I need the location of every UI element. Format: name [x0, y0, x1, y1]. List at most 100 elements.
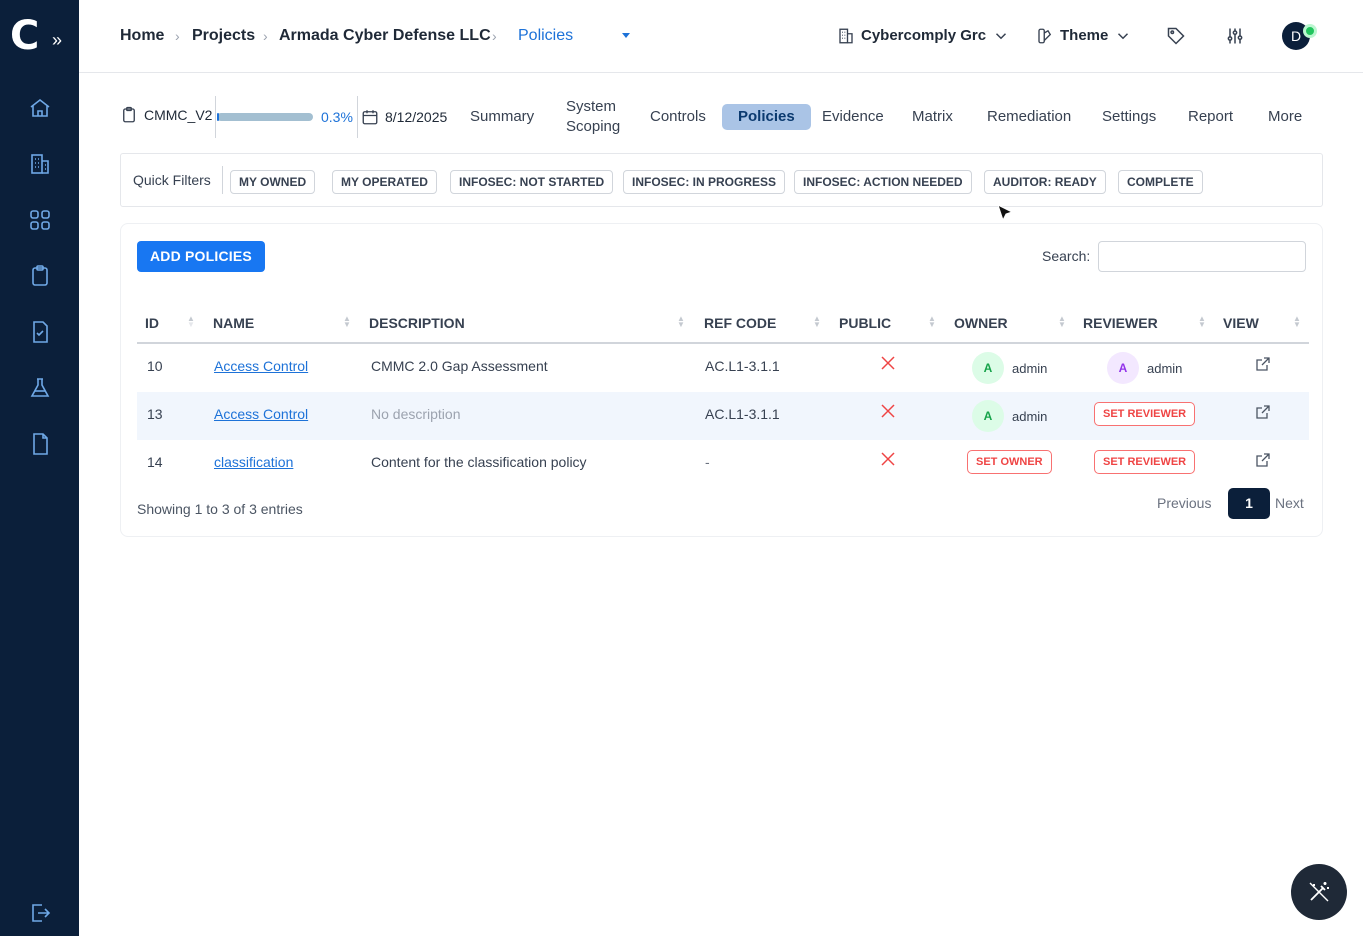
table-row: 13 Access Control No description AC.L1-3…: [137, 392, 1309, 440]
filter-my-owned[interactable]: MY OWNED: [230, 170, 316, 194]
breadcrumb-current[interactable]: Policies: [518, 26, 573, 46]
reviewer-name: admin: [1147, 360, 1183, 376]
external-link-icon[interactable]: [1255, 404, 1271, 420]
project-date-label: 8/12/2025: [385, 109, 448, 125]
search-input[interactable]: [1098, 241, 1306, 272]
filter-infosec-not-started[interactable]: INFOSEC: NOT STARTED: [450, 170, 614, 194]
file-check-icon[interactable]: [28, 320, 52, 344]
set-reviewer-button[interactable]: SET REVIEWER: [1094, 402, 1196, 426]
magic-wand-button[interactable]: [1291, 864, 1347, 920]
sort-icon[interactable]: ▲ ▼: [677, 315, 685, 329]
org-selector[interactable]: Cybercomply Grc: [837, 26, 1010, 46]
tab-matrix[interactable]: Matrix: [912, 107, 953, 127]
quick-filters: Quick Filters MY OWNED MY OPERATED INFOS…: [120, 153, 1323, 207]
chevron-down-icon: [1118, 33, 1129, 40]
palette-icon: [1038, 28, 1052, 44]
project-date: 8/12/2025: [361, 108, 447, 126]
tab-policies[interactable]: Policies: [722, 104, 811, 130]
tab-system-scoping[interactable]: System Scoping: [566, 97, 626, 137]
project-name[interactable]: CMMC_V2: [120, 106, 212, 124]
sliders-icon[interactable]: [1225, 26, 1245, 46]
divider: [222, 166, 223, 194]
pagination-next[interactable]: Next: [1275, 495, 1304, 511]
sort-icon[interactable]: ▲ ▼: [1058, 315, 1066, 329]
home-icon[interactable]: [28, 96, 52, 120]
breadcrumb-separator: ›: [175, 28, 180, 44]
table-row: 14 classification Content for the classi…: [137, 440, 1309, 488]
policy-link[interactable]: Access Control: [214, 358, 308, 374]
logout-icon[interactable]: [28, 901, 52, 925]
logo[interactable]: C: [10, 16, 39, 56]
close-icon: [881, 356, 895, 370]
flask-icon[interactable]: [28, 376, 52, 400]
avatar: A: [972, 352, 1004, 384]
caret-down-icon[interactable]: [622, 33, 630, 38]
tab-settings[interactable]: Settings: [1102, 107, 1156, 127]
org-name: Cybercomply Grc: [861, 27, 987, 44]
filter-infosec-in-progress[interactable]: INFOSEC: IN PROGRESS: [623, 170, 786, 194]
column-header-ref-code[interactable]: REF CODE: [704, 315, 776, 331]
owner-user[interactable]: A admin: [972, 400, 1047, 432]
column-header-id[interactable]: ID: [145, 315, 159, 331]
tab-report[interactable]: Report: [1188, 107, 1233, 127]
magic-wand-icon: [1309, 882, 1329, 902]
sort-icon[interactable]: ▲ ▼: [343, 315, 351, 329]
tag-icon[interactable]: [1166, 26, 1186, 46]
column-header-description[interactable]: DESCRIPTION: [369, 315, 465, 331]
clipboard-icon[interactable]: [28, 264, 52, 288]
sort-icon[interactable]: ▲ ▼: [187, 315, 195, 329]
chevron-down-icon: [996, 33, 1007, 40]
breadcrumb-home[interactable]: Home: [120, 26, 164, 46]
tab-remediation[interactable]: Remediation: [987, 107, 1071, 127]
tab-controls[interactable]: Controls: [650, 107, 706, 127]
progress-percent: 0.3%: [321, 109, 353, 125]
sort-icon[interactable]: ▲ ▼: [1293, 315, 1301, 329]
breadcrumb-company[interactable]: Armada Cyber Defense LLC: [279, 26, 491, 46]
quick-filters-label: Quick Filters: [133, 172, 211, 188]
reviewer-user[interactable]: A admin: [1107, 352, 1182, 384]
grid-icon[interactable]: [28, 208, 52, 232]
owner-user[interactable]: A admin: [972, 352, 1047, 384]
sort-icon[interactable]: ▲ ▼: [813, 315, 821, 329]
set-reviewer-button[interactable]: SET REVIEWER: [1094, 450, 1196, 474]
policy-link[interactable]: Access Control: [214, 406, 308, 422]
theme-selector[interactable]: Theme: [1036, 26, 1132, 46]
policy-link[interactable]: classification: [214, 454, 293, 470]
file-icon[interactable]: [28, 432, 52, 456]
tab-evidence[interactable]: Evidence: [822, 107, 884, 127]
double-chevron-right-icon[interactable]: »: [52, 30, 62, 50]
tab-summary[interactable]: Summary: [470, 107, 534, 127]
cell-id: 10: [147, 358, 163, 374]
set-owner-button[interactable]: SET OWNER: [967, 450, 1052, 474]
close-icon: [881, 404, 895, 418]
add-policies-button[interactable]: ADD POLICIES: [137, 241, 265, 272]
cell-description: Content for the classification policy: [371, 454, 587, 470]
tab-more[interactable]: More: [1268, 107, 1302, 127]
column-header-name[interactable]: NAME: [213, 315, 254, 331]
sort-icon[interactable]: ▲ ▼: [928, 315, 936, 329]
sort-icon[interactable]: ▲ ▼: [1198, 315, 1206, 329]
breadcrumb-separator: ›: [492, 28, 497, 44]
breadcrumb-separator: ›: [263, 28, 268, 44]
top-bar: Home › Projects › Armada Cyber Defense L…: [79, 0, 1363, 73]
column-header-owner[interactable]: OWNER: [954, 315, 1008, 331]
divider: [215, 96, 216, 138]
pagination-previous[interactable]: Previous: [1157, 495, 1211, 511]
column-header-view[interactable]: VIEW: [1223, 315, 1259, 331]
filter-my-operated[interactable]: MY OPERATED: [332, 170, 437, 194]
filter-complete[interactable]: COMPLETE: [1118, 170, 1203, 194]
progress-bar: [217, 113, 313, 121]
building-icon[interactable]: [28, 152, 52, 176]
project-bar: CMMC_V2 0.3% 8/12/2025 Summary System Sc…: [120, 96, 1323, 138]
pagination-page[interactable]: 1: [1228, 488, 1270, 519]
external-link-icon[interactable]: [1255, 452, 1271, 468]
avatar: A: [1107, 352, 1139, 384]
avatar: A: [972, 400, 1004, 432]
clipboard-icon: [123, 106, 135, 123]
column-header-reviewer[interactable]: REVIEWER: [1083, 315, 1158, 331]
breadcrumb-projects[interactable]: Projects: [192, 26, 255, 46]
filter-infosec-action-needed[interactable]: INFOSEC: ACTION NEEDED: [794, 170, 972, 194]
column-header-public[interactable]: PUBLIC: [839, 315, 891, 331]
external-link-icon[interactable]: [1255, 356, 1271, 372]
filter-auditor-ready[interactable]: AUDITOR: READY: [984, 170, 1106, 194]
